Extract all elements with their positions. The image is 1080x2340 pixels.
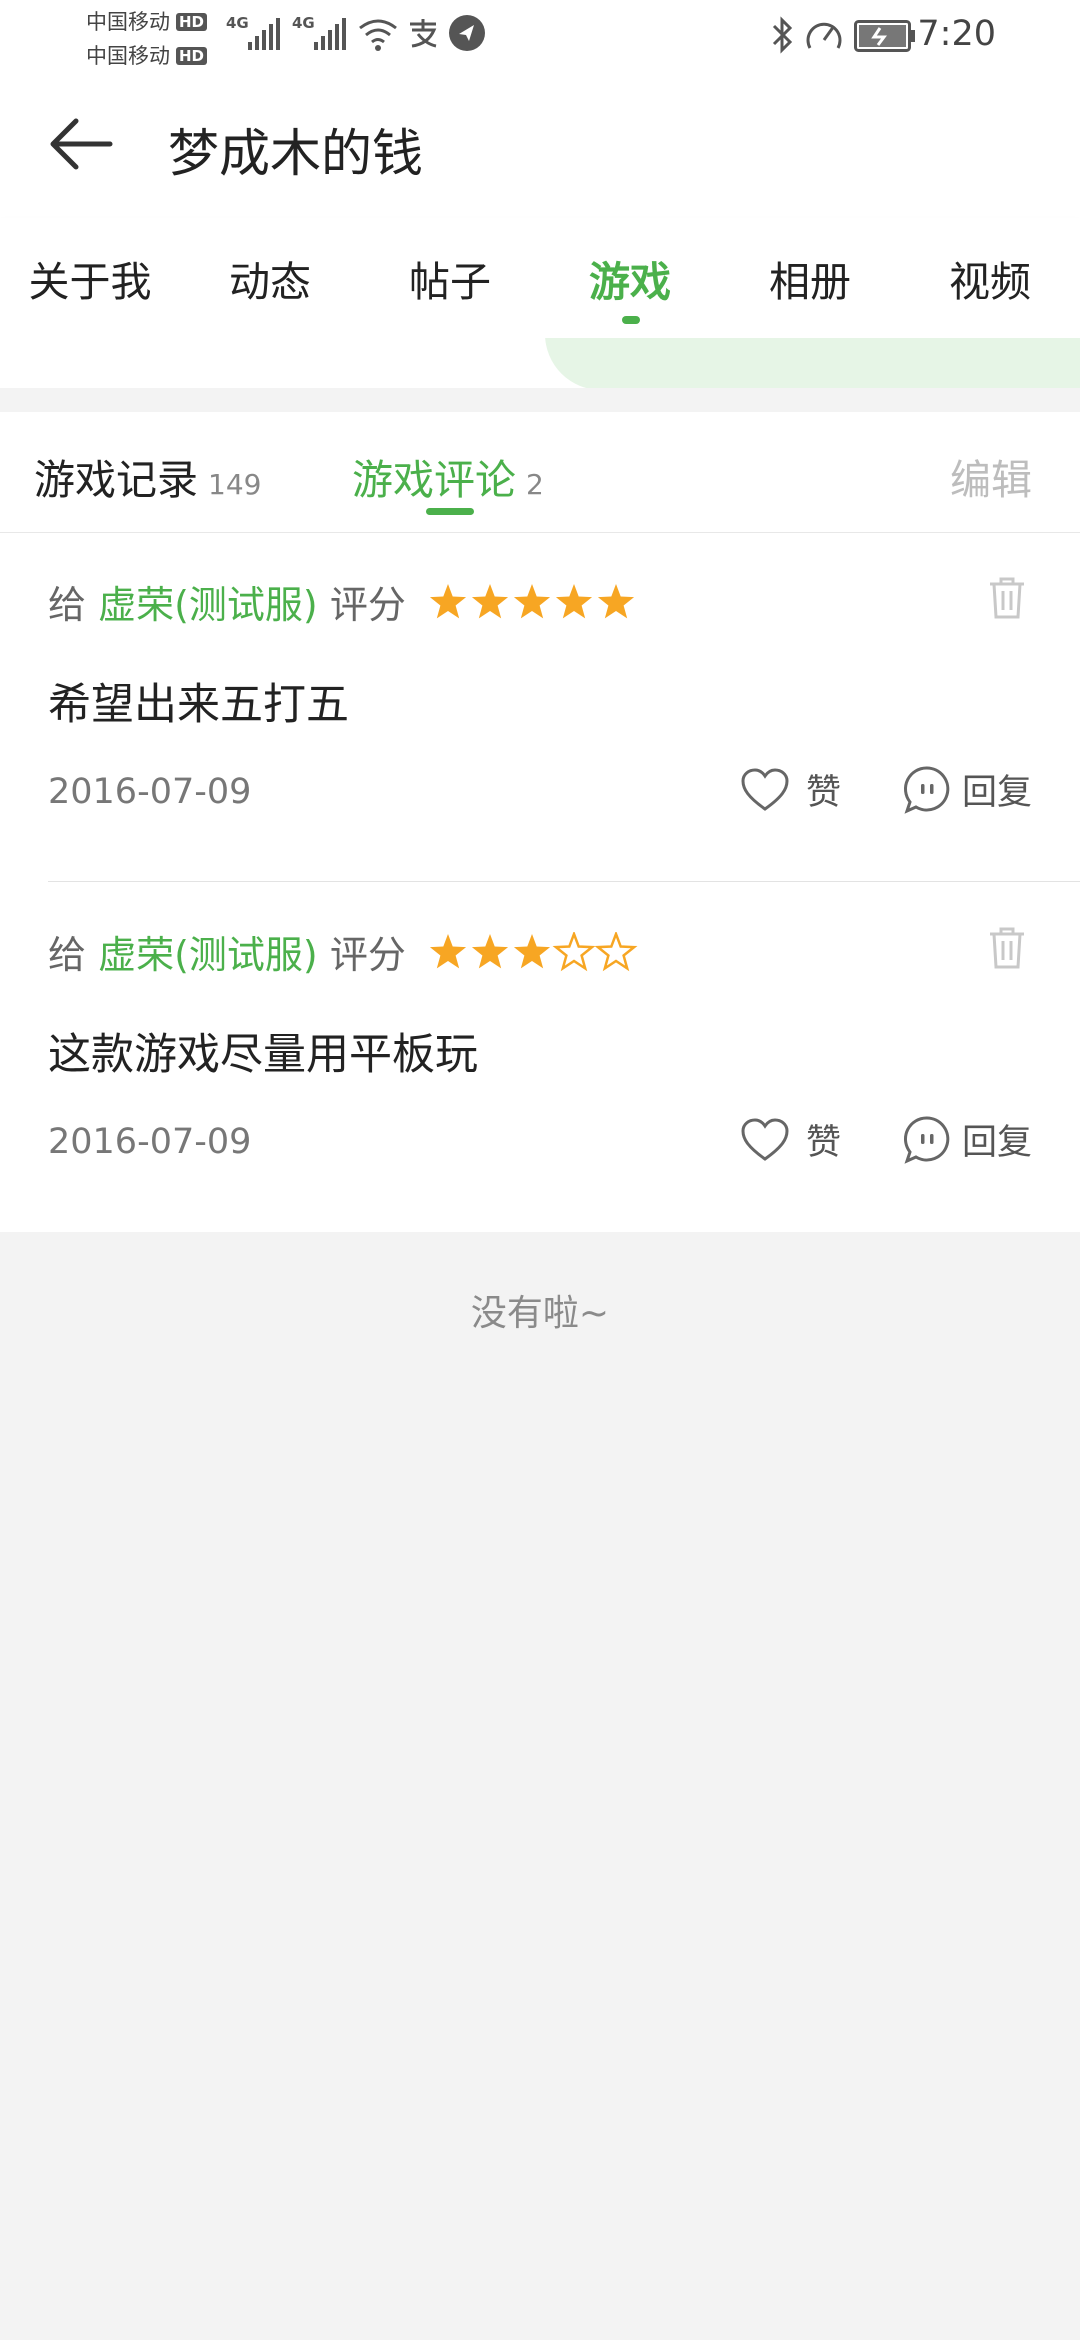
star-filled-icon [429,584,467,619]
reply-button[interactable]: 回复 [902,764,1032,815]
reviews-count: 2 [526,468,544,501]
status-bar: 中国移动 HD 中国移动 HD 4G 4G 7:20 [0,0,1080,72]
status-time: 7:20 [917,14,996,54]
heart-icon [741,767,789,811]
star-empty-icon [552,932,596,972]
active-tab-indicator [622,316,640,324]
like-button[interactable]: 赞 [740,1114,841,1165]
star-rating [429,584,635,619]
signal-icon [248,18,280,50]
app-bar: 梦成木的钱 [0,72,1080,218]
star-rating [429,932,638,972]
signal-icon [314,18,346,50]
reply-button[interactable]: 回复 [902,1114,1032,1165]
review-item: 给 虚荣(测试服) 评分 这款游戏尽量用平板玩 2016-07-09 赞 回复 [0,882,1080,1232]
page-title: 梦成木的钱 [168,125,424,184]
game-link[interactable]: 虚荣(测试服) [98,933,318,977]
review-text: 希望出来五打五 [48,680,349,730]
comment-icon [903,765,950,814]
app-notification-icon [449,15,485,51]
review-text: 这款游戏尽量用平板玩 [48,1030,478,1080]
profile-tabs: 关于我 动态 帖子 游戏 相册 视频 [0,218,1080,338]
heart-icon [741,1117,789,1161]
no-more-label: 没有啦~ [470,1293,610,1334]
game-link[interactable]: 虚荣(测试服) [98,583,318,627]
hd-badge: HD [176,47,208,65]
delete-icon[interactable] [986,576,1028,620]
reply-label: 回复 [962,773,1033,813]
bluetooth-icon [772,16,793,54]
star-filled-icon [429,934,467,969]
battery-icon [854,20,915,52]
carrier-2: 中国移动 HD [86,40,208,70]
wifi-icon [359,19,397,51]
review-header: 给 虚荣(测试服) 评分 [48,924,638,979]
review-item: 给 虚荣(测试服) 评分 希望出来五打五 2016-07-09 赞 回复 [0,532,1080,882]
comment-icon [903,1115,950,1164]
carrier-1: 中国移动 HD [86,6,208,36]
peek-card [545,338,1080,388]
hd-badge: HD [176,13,208,31]
active-subtab-indicator [426,508,474,515]
like-label: 赞 [806,1123,842,1163]
records-count: 149 [208,468,262,501]
tab-posts[interactable]: 帖子 [360,248,540,308]
review-header: 给 虚荣(测试服) 评分 [48,574,638,629]
tab-games[interactable]: 游戏 [540,248,720,308]
star-filled-icon [471,934,509,969]
star-empty-icon [594,932,638,972]
tab-about-me[interactable]: 关于我 [0,248,180,308]
tab-activity[interactable]: 动态 [180,248,360,308]
star-filled-icon [513,584,551,619]
back-arrow-icon[interactable] [46,114,116,174]
star-filled-icon [471,584,509,619]
reply-label: 回复 [962,1123,1033,1163]
edit-button[interactable]: 编辑 [950,446,1032,506]
game-reviews-panel: 游戏记录 149 游戏评论 2 编辑 给 虚荣(测试服) 评分 希望出来五打五 20… [0,412,1080,1232]
like-label: 赞 [806,773,842,813]
scrolled-header-peek [0,338,1080,388]
star-filled-icon [513,934,551,969]
game-subtabs: 游戏记录 149 游戏评论 2 编辑 [0,412,1080,533]
review-date: 2016-07-09 [48,772,252,812]
star-filled-icon [555,584,593,619]
like-button[interactable]: 赞 [740,764,841,815]
tab-videos[interactable]: 视频 [900,248,1080,308]
tab-album[interactable]: 相册 [720,248,900,308]
speedometer-icon [806,22,842,49]
delete-icon[interactable] [986,926,1028,970]
alipay-icon [410,19,437,48]
subtab-game-records[interactable]: 游戏记录 149 [34,446,261,506]
review-date: 2016-07-09 [48,1122,252,1162]
subtab-game-reviews[interactable]: 游戏评论 2 [352,446,544,506]
star-filled-icon [597,584,635,619]
